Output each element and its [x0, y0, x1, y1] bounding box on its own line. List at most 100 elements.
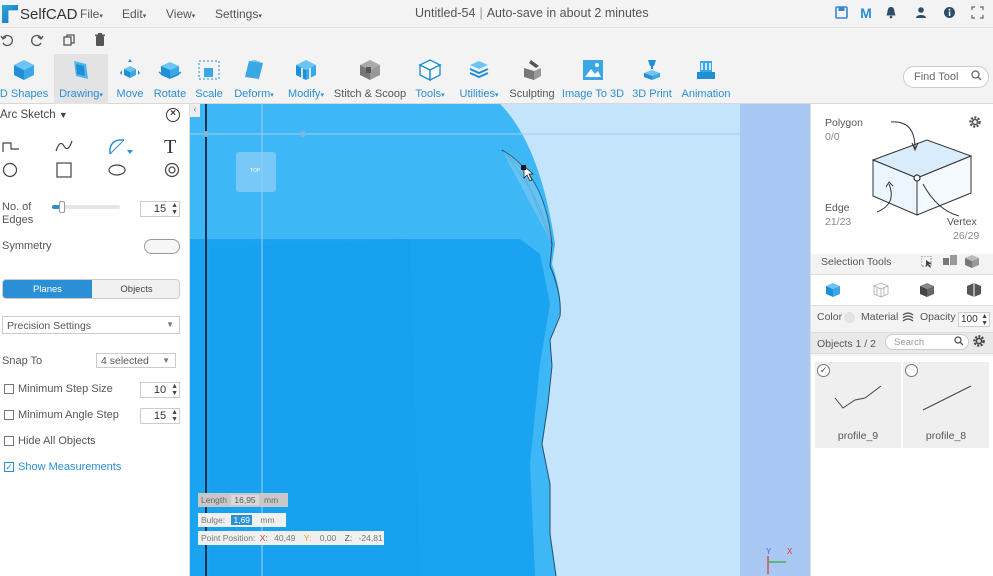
object-card-profile-8[interactable]: profile_8 — [903, 362, 989, 448]
tool-utilities[interactable]: Utilities▾ — [456, 54, 502, 104]
menu-edit[interactable]: Edit▾ — [122, 7, 146, 21]
tool-image-to-3d[interactable]: Image To 3D — [562, 54, 624, 104]
symmetry-toggle[interactable] — [144, 239, 180, 254]
copy-icon[interactable] — [62, 33, 76, 50]
undo-icon[interactable] — [0, 33, 14, 50]
tool-3d-shapes[interactable]: 3D Shapes — [0, 54, 48, 104]
menu-view[interactable]: View▾ — [166, 7, 195, 21]
edges-input[interactable]: 15 ▲ ▼ — [140, 201, 180, 217]
profile-9-thumbnail — [834, 385, 882, 409]
redo-icon[interactable] — [30, 33, 44, 50]
user-account-icon[interactable] — [914, 6, 928, 20]
edge-count: 21/23 — [825, 216, 852, 228]
tab-planes[interactable]: Planes — [3, 280, 92, 298]
menu-settings[interactable]: Settings▾ — [215, 7, 262, 21]
objects-count-label: Objects 1 / 2 — [817, 338, 876, 350]
notification-bell-icon[interactable] — [884, 6, 898, 20]
precision-settings-dropdown[interactable]: Precision Settings ▼ — [2, 316, 180, 334]
tool-sculpting[interactable]: Sculpting — [508, 54, 556, 104]
tool-scale[interactable]: Scale — [192, 54, 226, 104]
tool-label: Utilities▾ — [459, 88, 499, 100]
text-tool-icon[interactable]: T — [164, 136, 176, 159]
find-tool-label: Find Tool — [914, 71, 959, 83]
close-icon[interactable]: × — [166, 108, 180, 122]
minimum-step-label: Minimum Step Size — [18, 383, 113, 395]
select-cube-group-icon[interactable] — [965, 255, 979, 271]
length-value: 16,95 — [231, 495, 259, 505]
axis-x-label: X — [787, 547, 793, 556]
material-icon[interactable] — [902, 311, 914, 326]
color-swatch[interactable] — [844, 312, 855, 323]
polyline-tool-icon[interactable] — [2, 140, 20, 154]
panel-title[interactable]: Arc Sketch ▼ — [0, 109, 68, 121]
tool-modify[interactable]: Modify▾ — [284, 54, 328, 104]
circle-tool-icon[interactable] — [2, 162, 18, 178]
m-brand-icon[interactable]: M — [859, 6, 873, 20]
minimum-angle-checkbox[interactable] — [4, 410, 14, 420]
edges-slider-thumb[interactable] — [59, 201, 66, 213]
point-x-value: 40,49 — [274, 533, 296, 543]
grid-point — [203, 131, 209, 137]
background-plane — [740, 104, 810, 576]
document-title[interactable]: Untitled-54 | Auto-save in about 2 minutes — [415, 6, 649, 20]
arc-endpoint-handle[interactable] — [521, 165, 526, 170]
ring-tool-icon[interactable] — [164, 162, 180, 178]
rectangle-tool-icon[interactable] — [56, 162, 72, 178]
tool-move[interactable]: Move — [112, 54, 148, 104]
minimum-step-checkbox[interactable] — [4, 384, 14, 394]
save-icon[interactable] — [834, 6, 848, 20]
wireframe-view-icon[interactable] — [872, 282, 890, 301]
select-cursor-icon[interactable] — [920, 255, 933, 271]
curve-tool-icon[interactable] — [55, 139, 73, 153]
opacity-input[interactable]: 100 ▲ ▼ — [958, 312, 990, 327]
edges-slider[interactable] — [52, 201, 120, 213]
find-tool-search[interactable]: Find Tool — [903, 66, 989, 88]
bulge-measurement[interactable]: Bulge: 1,69 mm — [198, 513, 286, 527]
ellipse-tool-icon[interactable] — [108, 164, 126, 176]
object-selected-checkmark-icon[interactable]: ✓ — [817, 364, 830, 377]
polygon-label[interactable]: Polygon — [825, 117, 863, 129]
minimum-angle-label: Minimum Angle Step — [18, 409, 119, 421]
snap-to-label: Snap To — [2, 355, 43, 367]
title-bar: SelfCAD File▾ Edit▾ View▾ Settings▾ Unti… — [0, 0, 993, 28]
tool-tools[interactable]: Tools▾ — [412, 54, 448, 104]
edge-label[interactable]: Edge — [825, 202, 850, 214]
tool-stitch-scoop[interactable]: Stitch & Scoop — [334, 54, 406, 104]
minimum-step-input[interactable]: 10 ▲ ▼ — [140, 382, 180, 398]
tool-label: Image To 3D — [561, 88, 625, 100]
tab-objects[interactable]: Objects — [92, 280, 179, 298]
selfcad-logo[interactable]: SelfCAD — [2, 4, 78, 24]
shaded-view-icon[interactable] — [919, 282, 935, 301]
tool-deform[interactable]: Deform▾ — [230, 54, 278, 104]
tool-label: Scale — [195, 88, 223, 100]
search-icon — [971, 70, 982, 84]
tool-animation[interactable]: Animation — [680, 54, 732, 104]
collapse-panel-button[interactable]: ‹ — [190, 104, 200, 117]
vertex-label[interactable]: Vertex — [947, 216, 977, 228]
objects-gear-icon[interactable] — [972, 334, 986, 351]
length-measurement[interactable]: Length 16,95 mm — [198, 493, 288, 507]
xray-view-icon[interactable] — [966, 282, 982, 301]
select-cubes-icon[interactable] — [943, 255, 957, 271]
object-card-profile-9[interactable]: ✓ profile_9 — [815, 362, 901, 448]
snap-to-dropdown[interactable]: 4 selected ▼ — [96, 353, 176, 368]
objects-search-input[interactable]: Search — [885, 334, 969, 350]
tool-drawing[interactable]: Drawing▾ — [54, 54, 108, 104]
arc-tool-icon[interactable] — [108, 138, 136, 158]
object-unselected-circle-icon[interactable] — [905, 364, 918, 377]
info-icon[interactable] — [942, 6, 956, 20]
main-toolbar: 3D Shapes Drawing▾ Move Rotate Scale Def… — [0, 54, 993, 104]
point-position-measurement[interactable]: Point Position: X: 40,49 Y: 0,00 Z: -24,… — [198, 531, 384, 545]
hide-all-objects-checkbox[interactable] — [4, 436, 14, 446]
tool-rotate[interactable]: Rotate — [152, 54, 188, 104]
3d-viewport[interactable]: TOP Y X ‹ Length 16,95 mm Bulge: 1,69 mm… — [190, 104, 810, 576]
show-measurements-checkbox[interactable]: ✓ — [4, 462, 14, 472]
menu-file[interactable]: File▾ — [80, 7, 103, 21]
solid-view-icon[interactable] — [825, 282, 841, 301]
fullscreen-icon[interactable] — [970, 6, 984, 20]
tool-3d-print[interactable]: 3D Print — [630, 54, 674, 104]
minimum-angle-input[interactable]: 15 ▲ ▼ — [140, 408, 180, 424]
tool-label: Drawing▾ — [59, 88, 103, 100]
opacity-label: Opacity — [920, 311, 956, 323]
trash-icon[interactable] — [94, 33, 106, 50]
